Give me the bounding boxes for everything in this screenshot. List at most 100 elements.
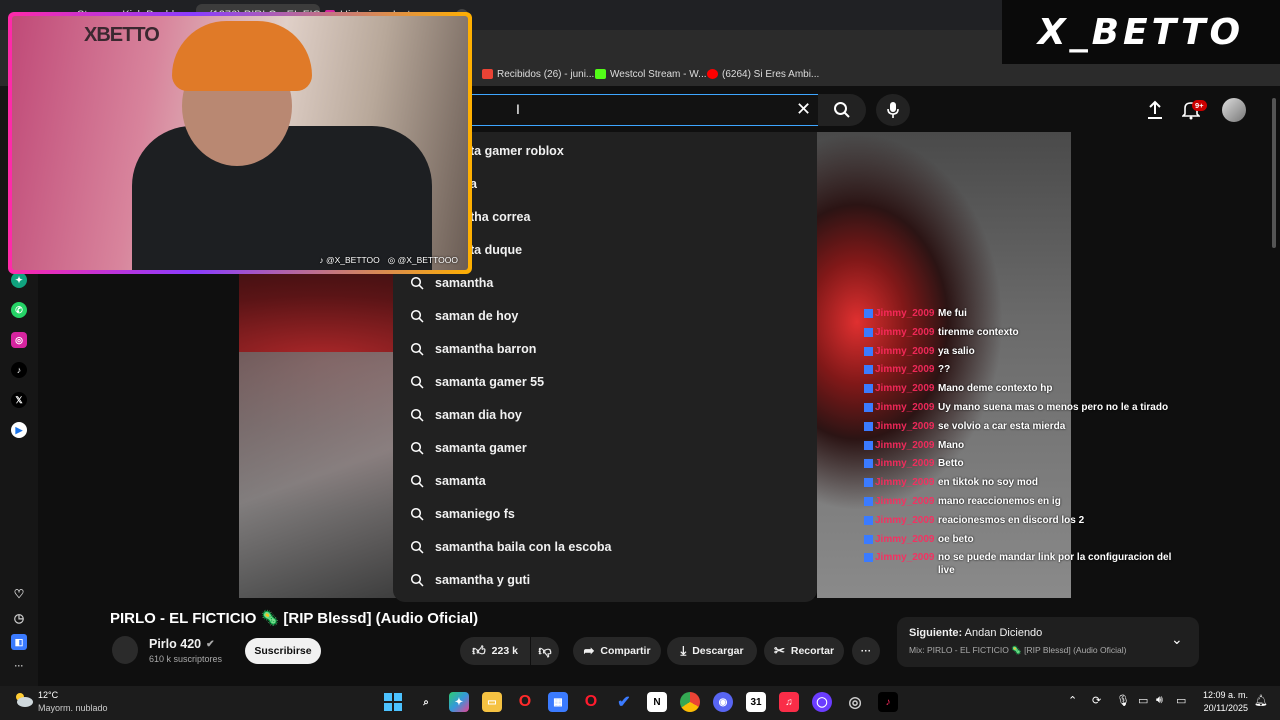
music-icon[interactable]: ♫ xyxy=(779,692,799,712)
suggestion-item[interactable]: samanta gamer 55 xyxy=(393,365,817,398)
bookmark-gmail[interactable]: Recibidos (26) - juni... xyxy=(482,66,594,82)
chat-message: Jimmy_2009?? xyxy=(864,363,1174,376)
subscribe-button[interactable]: Suscribirse xyxy=(245,638,321,664)
share-icon: ➦ xyxy=(583,643,595,658)
like-button[interactable]: 👍︎ 223 k xyxy=(460,637,530,665)
youtube-icon xyxy=(707,69,718,79)
windows-start-icon[interactable] xyxy=(383,692,403,712)
suggestion-item[interactable]: samantha baila con la escoba xyxy=(393,530,817,563)
clip-button[interactable]: ✂ Recortar xyxy=(764,637,844,665)
voice-search-button[interactable] xyxy=(876,94,910,126)
todo-icon[interactable]: ✔ xyxy=(614,692,634,712)
suggestion-item[interactable]: samantha y guti xyxy=(393,563,817,596)
clip-label: Recortar xyxy=(790,645,835,657)
platform-icon xyxy=(864,459,873,469)
search-input[interactable]: I ✕ xyxy=(455,94,818,126)
download-button[interactable]: ⤓ Descargar xyxy=(667,637,757,665)
platform-icon xyxy=(864,440,873,450)
suggestion-item[interactable]: samanta xyxy=(393,464,817,497)
file-explorer-icon[interactable]: ▭ xyxy=(482,692,502,712)
app-icon[interactable]: ◧ xyxy=(11,634,27,650)
search-button[interactable] xyxy=(818,94,866,126)
webcam-person-shirt xyxy=(132,126,432,270)
chat-message: Jimmy_2009 Me fui xyxy=(864,307,1174,320)
battery-icon[interactable]: ▭ xyxy=(1176,694,1186,707)
player-icon[interactable]: ▶ xyxy=(11,422,27,438)
search-icon xyxy=(393,441,433,455)
chevron-down-icon[interactable]: ⌄ xyxy=(1171,631,1183,648)
search-icon xyxy=(393,342,433,356)
gmail-icon xyxy=(482,69,493,79)
notion-icon[interactable]: N xyxy=(647,692,667,712)
chat-text: Betto xyxy=(938,458,964,470)
sync-icon[interactable]: ⟳ xyxy=(1092,694,1101,707)
tiktok-icon[interactable]: ♪ xyxy=(878,692,898,712)
instagram-icon[interactable]: ◎ xyxy=(11,332,27,348)
platform-icon xyxy=(864,421,873,431)
platform-icon xyxy=(864,346,873,356)
suggestion-item[interactable]: ta duque xyxy=(468,233,817,266)
platform-icon xyxy=(864,365,873,375)
download-icon: ⤓ xyxy=(680,643,687,658)
channel-name[interactable]: Pirlo 420 ✔ xyxy=(149,637,215,651)
clock-date[interactable]: 20/11/2025 xyxy=(1196,703,1248,713)
search-icon xyxy=(393,573,433,587)
chat-username: Jimmy_2009 xyxy=(875,383,935,395)
suggestion-item[interactable]: ta gamer roblox xyxy=(468,134,817,167)
suggestion-item[interactable]: samantha barron xyxy=(393,332,817,365)
suggestion-item[interactable]: saman de hoy xyxy=(393,299,817,332)
opera-icon[interactable]: O xyxy=(581,692,601,712)
upload-icon xyxy=(1148,100,1162,119)
suggestion-item[interactable]: samanta gamer xyxy=(393,431,817,464)
heart-icon[interactable]: ♡ xyxy=(11,586,27,602)
volume-icon[interactable]: 🔊︎ xyxy=(1156,694,1163,707)
calendar-icon[interactable]: 31 xyxy=(746,692,766,712)
clear-search-icon[interactable]: ✕ xyxy=(796,99,811,120)
chrome-icon[interactable] xyxy=(680,692,700,712)
whatsapp-icon[interactable]: ✆ xyxy=(11,302,27,318)
search-icon[interactable]: ⌕ xyxy=(416,692,436,712)
chat-text: Me fui xyxy=(938,308,967,319)
notification-bell-icon[interactable]: 🔔︎ xyxy=(1254,694,1268,707)
tray-chevron-icon[interactable]: ⌃ xyxy=(1068,694,1077,707)
chat-message: Jimmy_2009 Mano deme contexto hp xyxy=(864,382,1174,395)
clock-time[interactable]: 12:09 a. m. xyxy=(1196,690,1248,700)
chat-message: Jimmy_2009 mano reaccionemos en ig xyxy=(864,495,1174,508)
chat-text: Mano deme contexto hp xyxy=(938,383,1053,395)
chat-text: ya salio xyxy=(938,345,975,357)
page-scrollbar[interactable] xyxy=(1272,98,1276,248)
store-icon[interactable]: ▦ xyxy=(548,692,568,712)
chat-message: Jimmy_2009 ya salio xyxy=(864,345,1174,358)
discord-icon[interactable]: ◉ xyxy=(713,692,733,712)
chat-username: Jimmy_2009 xyxy=(875,514,935,526)
app-circle-icon[interactable]: ◯ xyxy=(812,692,832,712)
bookmark-youtube[interactable]: (6264) Si Eres Ambi... xyxy=(707,66,819,82)
more-actions-button[interactable]: ··· xyxy=(852,637,880,665)
more-icon[interactable]: ··· xyxy=(11,658,27,674)
tiktok-icon[interactable]: ♪ xyxy=(11,362,27,378)
x-icon[interactable]: 𝕏 xyxy=(11,392,27,408)
chat-username: Jimmy_2009 xyxy=(875,345,935,357)
history-icon[interactable]: ◷ xyxy=(11,610,27,626)
suggestion-item[interactable]: samaniego fs xyxy=(393,497,817,530)
share-button[interactable]: ➦ Compartir xyxy=(573,637,661,665)
avatar[interactable] xyxy=(1222,98,1246,122)
chat-username: Jimmy_2009 xyxy=(875,458,935,470)
mic-tray-icon[interactable]: 🎙︎ xyxy=(1116,694,1130,707)
chat-message: Jimmy_2009 reacionesmos en discord los 2 xyxy=(864,514,1174,527)
platform-icon xyxy=(864,553,873,563)
opera-gx-icon[interactable]: O xyxy=(515,692,535,712)
create-button[interactable] xyxy=(1146,100,1164,120)
copilot-icon[interactable]: ✦ xyxy=(449,692,469,712)
suggestion-item[interactable]: saman dia hoy xyxy=(393,398,817,431)
chatgpt-icon[interactable]: ✦ xyxy=(11,272,27,288)
suggestion-item[interactable]: tha correa xyxy=(468,200,817,233)
scissors-icon: ✂ xyxy=(773,643,785,658)
channel-avatar[interactable] xyxy=(112,636,138,664)
up-next-card[interactable]: Siguiente: Andan Diciendo Mix: PIRLO - E… xyxy=(897,617,1199,667)
network-icon[interactable]: ▭ xyxy=(1138,694,1148,707)
obs-icon[interactable]: ◎ xyxy=(845,692,865,712)
bookmark-westcol[interactable]: Westcol Stream - W... xyxy=(595,66,707,82)
suggestion-item[interactable]: a xyxy=(468,167,817,200)
dislike-button[interactable]: 👎︎ xyxy=(531,637,559,665)
